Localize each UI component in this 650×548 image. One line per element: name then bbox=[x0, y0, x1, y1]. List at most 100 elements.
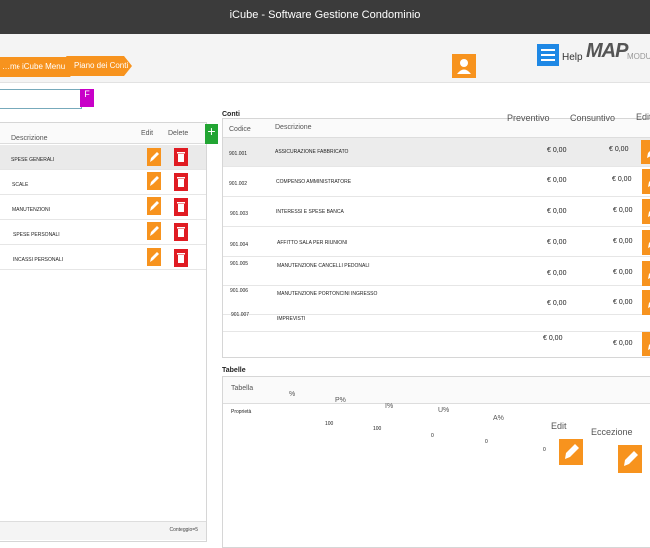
edit-button[interactable] bbox=[641, 140, 650, 164]
category-row[interactable]: INCASSI PERSONALI bbox=[0, 245, 206, 270]
conti-row[interactable]: 901.004 AFFITTO SALA PER RIUNIONI € 0,00… bbox=[223, 227, 650, 257]
help-link[interactable]: Help bbox=[562, 52, 583, 63]
category-row[interactable]: SPESE PERSONALI bbox=[0, 220, 206, 245]
descrizione-cell: INTERESSI E SPESE BANCA bbox=[276, 209, 344, 215]
conti-row[interactable]: 901.001 ASSICURAZIONE FABBRICATO € 0,00 … bbox=[223, 138, 650, 167]
plus-icon: + bbox=[207, 123, 216, 139]
column-percent[interactable]: % bbox=[289, 391, 295, 398]
conti-row[interactable]: 901.005 MANUTENZIONE CANCELLI PEDONALI €… bbox=[223, 257, 650, 286]
column-delete[interactable]: Delete bbox=[168, 130, 188, 137]
edit-button[interactable] bbox=[147, 248, 161, 266]
column-edit[interactable]: Edit bbox=[141, 130, 153, 137]
trash-icon bbox=[177, 177, 185, 187]
column-preventivo[interactable]: Preventivo bbox=[507, 113, 550, 123]
breadcrumb-item-piano-dei-conti[interactable]: Piano dei Conti bbox=[66, 56, 132, 76]
column-descrizione[interactable]: Descrizione bbox=[275, 124, 312, 131]
descrizione-cell: ASSICURAZIONE FABBRICATO bbox=[275, 149, 349, 155]
descrizione-cell: COMPENSO AMMINISTRATORE bbox=[276, 179, 352, 185]
title-bar: iCube - Software Gestione Condominio bbox=[0, 0, 650, 34]
edit-icon bbox=[648, 211, 650, 217]
conti-row[interactable]: 901.007 IMPREVISTI bbox=[223, 312, 650, 332]
edit-icon bbox=[150, 176, 159, 186]
edit-button[interactable] bbox=[559, 439, 583, 465]
preventivo-cell: € 0,00 bbox=[547, 177, 567, 184]
row-count: Conteggio=5 bbox=[169, 527, 199, 533]
descrizione-cell: AFFITTO SALA PER RIUNIONI bbox=[277, 240, 348, 246]
descrizione-cell: MANUTENZIONE CANCELLI PEDONALI bbox=[277, 263, 370, 269]
edit-button[interactable] bbox=[147, 172, 161, 190]
search-input[interactable] bbox=[0, 89, 82, 109]
tabella-cell: Proprietà bbox=[231, 409, 252, 415]
codice-cell: 901.006 bbox=[230, 288, 249, 294]
category-row[interactable]: MANUTENZIONI bbox=[0, 195, 206, 220]
delete-button[interactable] bbox=[174, 198, 188, 216]
column-tabella[interactable]: Tabella bbox=[231, 385, 253, 392]
categories-footer: Conteggio=5 bbox=[0, 521, 206, 540]
consuntivo-cell: € 0,00 bbox=[613, 238, 633, 245]
user-icon bbox=[457, 59, 471, 74]
totale-consuntivo: € 0,00 bbox=[613, 340, 633, 347]
codice-cell: 901.007 bbox=[231, 312, 250, 318]
category-name: INCASSI PERSONALI bbox=[13, 257, 64, 263]
category-row[interactable]: SPESE GENERALI bbox=[0, 145, 206, 170]
edit-button[interactable] bbox=[642, 169, 650, 194]
tabelle-row[interactable]: Proprietà 100 100 0 0 0 bbox=[223, 405, 650, 495]
percent-cell: 100 bbox=[325, 421, 334, 427]
edit-button[interactable] bbox=[642, 261, 650, 286]
exception-edit-button[interactable] bbox=[618, 445, 642, 473]
category-row[interactable]: SCALE bbox=[0, 170, 206, 195]
edit-button[interactable] bbox=[147, 197, 161, 215]
edit-button[interactable] bbox=[147, 222, 161, 240]
conti-row[interactable]: 901.003 INTERESSI E SPESE BANCA € 0,00 €… bbox=[223, 197, 650, 227]
column-descrizione[interactable]: Descrizione bbox=[11, 135, 48, 142]
search-button[interactable]: F bbox=[80, 89, 94, 107]
hamburger-menu-button[interactable] bbox=[537, 44, 559, 66]
conti-header: Codice Descrizione Preventivo Consuntivo… bbox=[223, 112, 650, 138]
app-title: iCube - Software Gestione Condominio bbox=[229, 9, 421, 21]
edit-button[interactable] bbox=[642, 230, 650, 255]
brand-suffix: MODU bbox=[627, 52, 650, 61]
edit-button[interactable] bbox=[642, 290, 650, 315]
edit-icon bbox=[647, 151, 650, 158]
edit-button[interactable] bbox=[642, 199, 650, 224]
tabelle-panel: Tabella % P% I% U% A% Edit Eccezione Pro… bbox=[222, 376, 650, 548]
add-button[interactable]: + bbox=[205, 124, 218, 144]
preventivo-cell: € 0,00 bbox=[547, 300, 567, 307]
column-p-percent[interactable]: P% bbox=[335, 397, 346, 404]
consuntivo-cell: € 0,00 bbox=[613, 299, 633, 306]
delete-button[interactable] bbox=[174, 249, 188, 267]
delete-button[interactable] bbox=[174, 148, 188, 166]
consuntivo-cell: € 0,00 bbox=[613, 207, 633, 214]
edit-icon bbox=[565, 444, 579, 459]
tabelle-title: Tabelle bbox=[222, 367, 246, 374]
conti-title: Conti bbox=[222, 111, 240, 118]
trash-icon bbox=[177, 152, 185, 162]
preventivo-cell: € 0,00 bbox=[547, 208, 567, 215]
delete-button[interactable] bbox=[174, 173, 188, 191]
codice-cell: 901.004 bbox=[230, 242, 249, 248]
totale-preventivo: € 0,00 bbox=[543, 335, 563, 342]
edit-icon bbox=[624, 451, 638, 466]
edit-icon bbox=[648, 302, 650, 308]
column-codice[interactable]: Codice bbox=[229, 126, 251, 133]
tabelle-header: Tabella % P% I% U% A% Edit Eccezione bbox=[223, 377, 650, 437]
column-edit[interactable]: Edit bbox=[636, 112, 650, 122]
consuntivo-cell: € 0,00 bbox=[613, 269, 633, 276]
delete-button[interactable] bbox=[174, 223, 188, 241]
i-percent-cell: 0 bbox=[431, 433, 434, 439]
a-percent-cell: 0 bbox=[543, 447, 546, 453]
consuntivo-cell: € 0,00 bbox=[612, 176, 632, 183]
preventivo-cell: € 0,00 bbox=[547, 147, 567, 154]
category-name: SCALE bbox=[12, 182, 29, 188]
user-button[interactable] bbox=[452, 54, 476, 78]
conti-panel: Codice Descrizione Preventivo Consuntivo… bbox=[222, 112, 650, 358]
preventivo-cell: € 0,00 bbox=[547, 239, 567, 246]
edit-button[interactable] bbox=[642, 332, 650, 356]
edit-icon bbox=[648, 273, 650, 279]
u-percent-cell: 0 bbox=[485, 439, 488, 445]
conti-row[interactable]: 901.002 COMPENSO AMMINISTRATORE € 0,00 €… bbox=[223, 167, 650, 197]
edit-button[interactable] bbox=[147, 148, 161, 166]
conti-totals: € 0,00 € 0,00 bbox=[223, 332, 650, 356]
conti-row[interactable]: 901.006 MANUTENZIONE PORTONCINI INGRESSO… bbox=[223, 286, 650, 315]
column-consuntivo[interactable]: Consuntivo bbox=[570, 113, 615, 123]
